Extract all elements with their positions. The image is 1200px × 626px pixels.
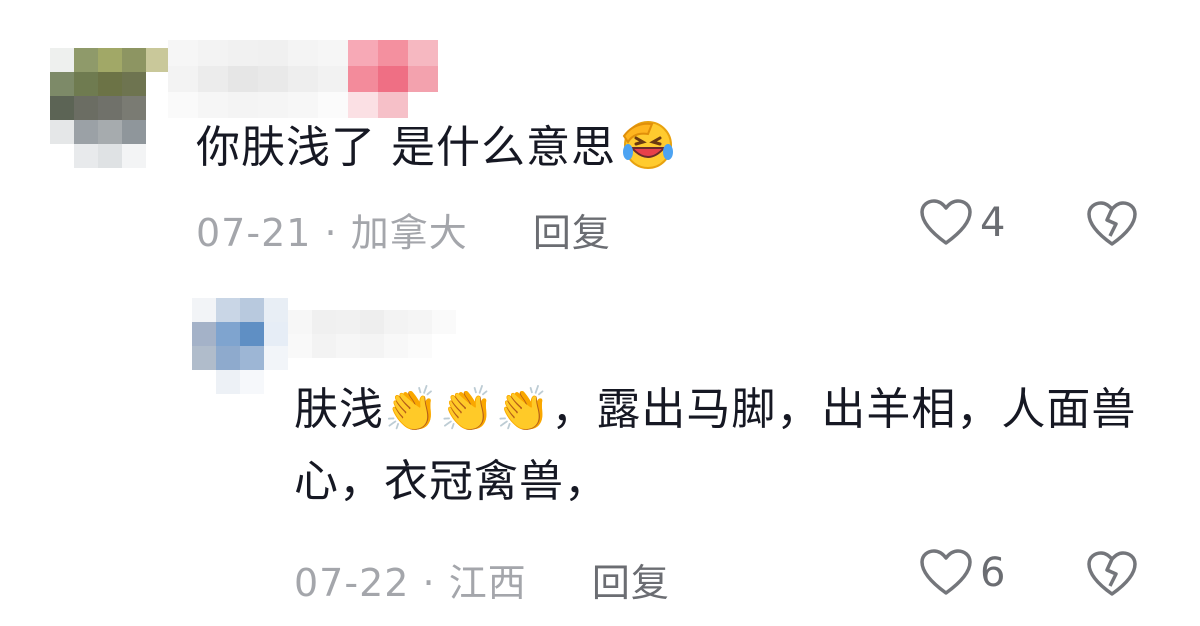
comment-body: 肤浅👏👏👏，露出马脚，出羊相，人面兽心，衣冠禽兽，	[294, 384, 1137, 507]
comment-location: 加拿大	[350, 211, 468, 255]
comment-meta: 07-21 · 加拿大 回复	[196, 202, 611, 257]
username-blurred[interactable]	[168, 40, 438, 118]
broken-heart-icon	[1087, 551, 1137, 596]
like-button[interactable]: 4	[918, 198, 1005, 248]
like-count: 6	[980, 550, 1006, 596]
reply-button[interactable]: 回复	[533, 211, 611, 255]
meta-separator: ·	[422, 561, 436, 605]
avatar-blurred[interactable]	[192, 298, 288, 394]
like-button[interactable]: 6	[918, 548, 1005, 598]
comment-meta: 07-22 · 江西 回复	[294, 552, 670, 607]
heart-outline-icon	[920, 549, 972, 595]
dislike-button[interactable]	[1086, 200, 1138, 252]
like-count: 4	[980, 200, 1006, 246]
avatar-blurred[interactable]	[50, 48, 170, 168]
heart-outline-icon	[920, 199, 972, 245]
comment-text: 肤浅👏👏👏，露出马脚，出羊相，人面兽心，衣冠禽兽，	[294, 374, 1144, 518]
comment-body: 你肤浅了 是什么意思	[196, 122, 616, 173]
comment-date: 07-21	[196, 211, 312, 255]
meta-separator: ·	[324, 211, 338, 255]
dislike-button[interactable]	[1086, 550, 1138, 602]
grinning-squinting-face-with-tears-icon	[618, 118, 676, 192]
username-blurred[interactable]	[288, 310, 456, 358]
comment-date: 07-22	[294, 561, 410, 605]
broken-heart-icon	[1087, 201, 1137, 246]
comment-text: 你肤浅了 是什么意思	[196, 112, 676, 192]
comment-location: 江西	[448, 561, 527, 605]
reply-button[interactable]: 回复	[592, 561, 670, 605]
